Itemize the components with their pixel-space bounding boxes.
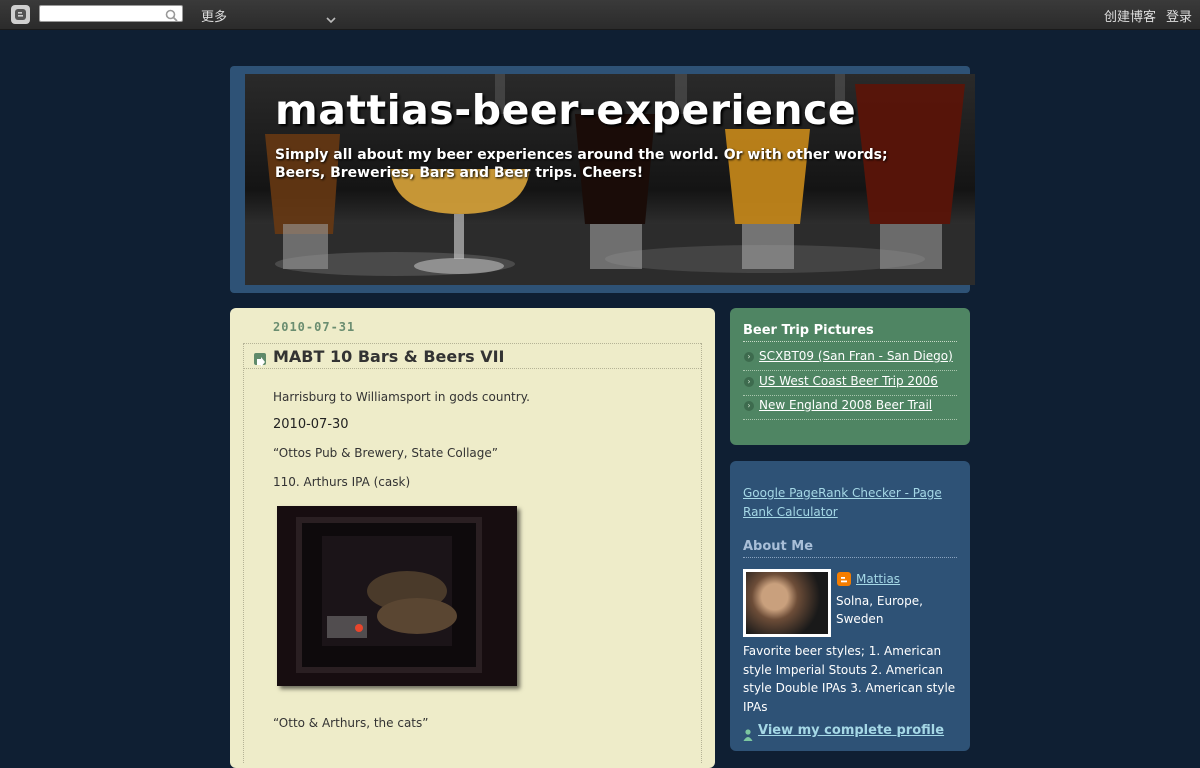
avatar[interactable] bbox=[743, 569, 831, 637]
post-venue-text: “Ottos Pub & Brewery, State Collage” bbox=[273, 446, 498, 460]
sidebar-link-row: › SCXBT09 (San Fran - San Diego) bbox=[743, 347, 957, 371]
title-divider-bottom bbox=[243, 368, 701, 369]
more-menu-label[interactable]: 更多 bbox=[201, 6, 227, 25]
login-link[interactable]: 登录 bbox=[1166, 6, 1192, 25]
arrow-bullet-icon: › bbox=[744, 401, 754, 411]
chevron-down-icon[interactable] bbox=[326, 9, 336, 28]
search-input[interactable] bbox=[39, 5, 183, 22]
pagerank-checker-link[interactable]: Google PageRank Checker - Page Rank Calc… bbox=[743, 484, 957, 522]
profile-description: Favorite beer styles; 1. American style … bbox=[743, 644, 956, 714]
arrow-right-icon bbox=[254, 353, 266, 367]
blog-description: Simply all about my beer experiences aro… bbox=[275, 147, 888, 181]
post-intro-text: Harrisburg to Williamsport in gods count… bbox=[273, 390, 530, 404]
post-subdate: 2010-07-30 bbox=[273, 417, 349, 432]
create-blog-link[interactable]: 创建博客 bbox=[1104, 6, 1156, 25]
blogger-profile-icon bbox=[837, 572, 851, 586]
avatar-photo bbox=[746, 572, 828, 634]
arrow-bullet-icon: › bbox=[744, 352, 754, 362]
about-me-heading: About Me bbox=[743, 539, 957, 558]
post-title[interactable]: MABT 10 Bars & Beers VII bbox=[273, 347, 505, 366]
search-icon[interactable] bbox=[165, 7, 178, 26]
sidebar-link-us-west-coast[interactable]: US West Coast Beer Trip 2006 bbox=[759, 374, 938, 388]
title-divider-top bbox=[243, 343, 701, 344]
blogger-logo-icon[interactable] bbox=[11, 5, 30, 24]
profile-name-link[interactable]: Mattias bbox=[856, 572, 900, 586]
blog-title[interactable]: mattias-beer-experience bbox=[275, 86, 856, 134]
post-beer-text: 110. Arthurs IPA (cask) bbox=[273, 475, 411, 489]
blogger-navbar: 更多 创建博客 登录 bbox=[0, 0, 1200, 30]
person-icon bbox=[743, 726, 753, 745]
arrow-bullet-icon: › bbox=[744, 377, 754, 387]
beer-trip-pictures-heading: Beer Trip Pictures bbox=[743, 323, 957, 342]
sidebar-link-row: › US West Coast Beer Trip 2006 bbox=[743, 372, 957, 396]
cats-photo[interactable] bbox=[277, 506, 517, 686]
post-caption-text: “Otto & Arthurs, the cats” bbox=[273, 716, 429, 730]
profile-location: Solna, Europe, Sweden bbox=[836, 594, 923, 626]
sidebar-link-scxbt09[interactable]: SCXBT09 (San Fran - San Diego) bbox=[759, 349, 953, 363]
sidebar-link-row: › New England 2008 Beer Trail bbox=[743, 396, 957, 420]
post-date-header: 2010-07-31 bbox=[273, 320, 356, 334]
view-complete-profile-link[interactable]: View my complete profile bbox=[758, 723, 944, 738]
sidebar-link-new-england[interactable]: New England 2008 Beer Trail bbox=[759, 398, 932, 412]
